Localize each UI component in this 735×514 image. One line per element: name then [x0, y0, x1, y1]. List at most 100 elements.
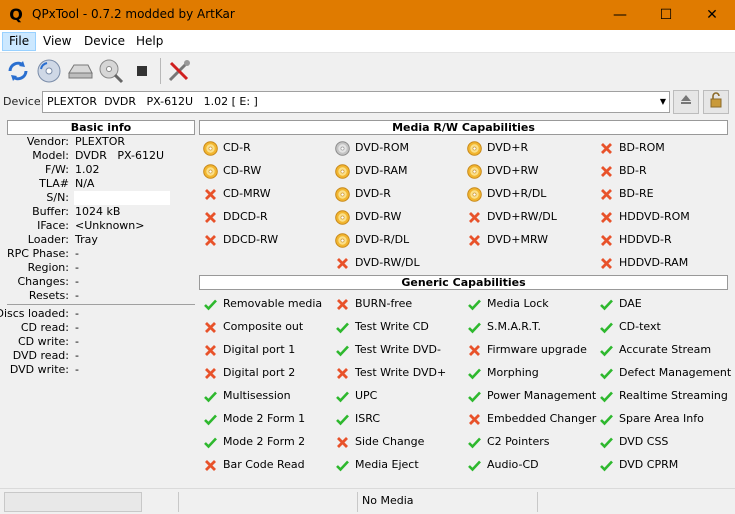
capability-item: Side Change	[335, 433, 424, 451]
capability-label: DVD+R/DL	[487, 187, 547, 200]
capability-item: DVD CPRM	[599, 456, 678, 474]
disc-info-icon[interactable]	[35, 57, 63, 85]
capability-label: DVD-R/DL	[355, 233, 410, 246]
capability-item: CD-MRW	[203, 185, 271, 203]
maximize-button[interactable]: ☐	[643, 0, 689, 30]
scan-disc-icon[interactable]	[97, 57, 125, 85]
disc-readonly-icon	[335, 141, 350, 156]
info-value: Tray	[75, 233, 98, 246]
close-button[interactable]: ✕	[689, 0, 735, 30]
tools-icon[interactable]	[165, 57, 193, 85]
disc-readwrite-icon	[467, 187, 482, 202]
capability-label: Defect Management	[619, 366, 732, 379]
disc-readwrite-icon	[467, 164, 482, 179]
capability-item: Realtime Streaming	[599, 387, 728, 405]
capability-label: Test Write CD	[355, 320, 429, 333]
capability-item: Audio-CD	[467, 456, 539, 474]
menu-view[interactable]: View	[37, 32, 77, 51]
capability-item: Test Write DVD+	[335, 364, 446, 382]
capability-item: BD-RE	[599, 185, 654, 203]
capability-item: Composite out	[203, 318, 303, 336]
info-value: -	[75, 261, 79, 274]
capability-item: Multisession	[203, 387, 291, 405]
info-value: <Unknown>	[75, 219, 145, 232]
capability-item: DVD-ROM	[335, 139, 409, 157]
check-icon	[467, 366, 482, 381]
capability-label: UPC	[355, 389, 378, 402]
capability-label: ISRC	[355, 412, 381, 425]
capability-item: C2 Pointers	[467, 433, 550, 451]
check-icon	[335, 389, 350, 404]
capability-item: CD-RW	[203, 162, 261, 180]
cross-icon	[599, 164, 614, 179]
check-icon	[599, 320, 614, 335]
info-value: -	[75, 247, 79, 260]
cross-icon	[203, 366, 218, 381]
cross-icon	[335, 297, 350, 312]
capability-item: DVD+MRW	[467, 231, 548, 249]
info-row: Model: DVDR PX-612U	[0, 149, 195, 163]
capability-item: Accurate Stream	[599, 341, 711, 359]
minimize-button[interactable]: —	[597, 0, 643, 30]
stop-icon[interactable]	[128, 57, 156, 85]
cross-icon	[599, 256, 614, 271]
info-label: IFace:	[37, 219, 69, 232]
info-value: -	[75, 321, 79, 334]
capability-item: Test Write CD	[335, 318, 429, 336]
cross-icon	[203, 210, 218, 225]
capability-label: C2 Pointers	[487, 435, 550, 448]
capability-item: BD-R	[599, 162, 647, 180]
capability-item: DVD-RW	[335, 208, 401, 226]
capability-label: Mode 2 Form 1	[223, 412, 306, 425]
capability-item: Removable media	[203, 295, 322, 313]
menu-bar: File View Device Help	[0, 30, 735, 52]
divider	[7, 304, 195, 305]
check-icon	[467, 435, 482, 450]
progress-bar	[4, 492, 142, 512]
check-icon	[599, 297, 614, 312]
info-label: Vendor:	[26, 135, 69, 148]
capability-label: CD-RW	[223, 164, 262, 177]
info-value: 1024 kB	[75, 205, 121, 218]
menu-file[interactable]: File	[2, 32, 37, 51]
capability-label: DVD CPRM	[619, 458, 679, 471]
disc-readwrite-icon	[203, 164, 218, 179]
check-icon	[599, 412, 614, 427]
info-label: Buffer:	[32, 205, 69, 218]
capability-label: DVD+R	[487, 141, 529, 154]
lock-button[interactable]	[703, 90, 729, 114]
capability-label: Embedded Changer	[487, 412, 597, 425]
window-title: QPxTool - 0.7.2 modded by ArtKar	[32, 7, 235, 21]
capability-item: Morphing	[467, 364, 539, 382]
eject-button[interactable]	[673, 90, 699, 114]
capability-item: HDDVD-RAM	[599, 254, 688, 272]
media-rw-header: Media R/W Capabilities	[199, 120, 728, 135]
info-label: Changes:	[17, 275, 69, 288]
device-select[interactable]: PLEXTOR DVDR PX-612U 1.02 [ E: ] ▼	[42, 91, 670, 113]
capability-label: Composite out	[223, 320, 304, 333]
drive-icon[interactable]	[66, 57, 94, 85]
capability-item: Spare Area Info	[599, 410, 704, 428]
capability-label: Media Eject	[355, 458, 419, 471]
status-divider	[357, 492, 358, 512]
capability-label: Test Write DVD+	[355, 366, 447, 379]
info-label: Region:	[27, 261, 69, 274]
info-value: N/A	[75, 177, 95, 190]
cross-icon	[203, 343, 218, 358]
info-row: Resets: -	[0, 289, 195, 303]
menu-help[interactable]: Help	[130, 32, 169, 51]
info-label: DVD read:	[12, 349, 69, 362]
info-label: Model:	[32, 149, 69, 162]
menu-device[interactable]: Device	[78, 32, 131, 51]
cross-icon	[467, 412, 482, 427]
refresh-icon[interactable]	[4, 57, 32, 85]
check-icon	[467, 320, 482, 335]
capability-label: Side Change	[355, 435, 425, 448]
check-icon	[203, 297, 218, 312]
capability-item: DDCD-R	[203, 208, 268, 226]
capability-label: Realtime Streaming	[619, 389, 728, 402]
info-value: 1.02	[75, 163, 100, 176]
capability-label: HDDVD-ROM	[619, 210, 690, 223]
info-row: Loader: Tray	[0, 233, 195, 247]
check-icon	[599, 389, 614, 404]
